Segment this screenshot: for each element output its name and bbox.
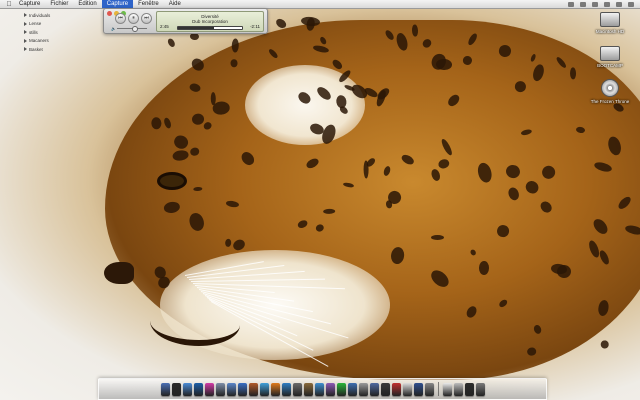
dock-app-icon[interactable] [314, 382, 324, 396]
fur-spot [569, 66, 576, 80]
elapsed-time: 2:45 [160, 24, 169, 29]
desktop-icon-macintosh-hd[interactable]: Macintosh HD [580, 12, 640, 34]
list-item[interactable]: Individuals [24, 11, 94, 20]
dock-app-icon[interactable] [464, 382, 474, 396]
fur-spot [479, 260, 490, 275]
fur-spot [435, 58, 452, 71]
dock-app-icon[interactable] [303, 382, 313, 396]
next-track-button[interactable]: ⏭ [141, 13, 152, 24]
dock-app-icon[interactable] [226, 382, 236, 396]
apple-menu-icon[interactable]:  [4, 1, 14, 8]
dock-app-icon[interactable] [475, 382, 485, 396]
disc-icon [601, 79, 619, 97]
dock-app-icon[interactable] [369, 382, 379, 396]
dock-app-icon[interactable] [193, 382, 203, 396]
list-item[interactable]: Basket [24, 45, 94, 54]
pause-button[interactable]: ⏸ [128, 13, 139, 24]
close-window-button[interactable] [107, 11, 112, 16]
leopard-nose [104, 262, 134, 284]
dock-app-icon[interactable] [215, 382, 225, 396]
fur-spot [431, 234, 445, 240]
spotlight-icon[interactable] [628, 1, 634, 7]
menu-capture[interactable]: Capture [101, 0, 134, 8]
disclosure-triangle-icon[interactable] [24, 13, 27, 18]
volume-low-icon: 🔈 [111, 26, 116, 31]
dock-app-icon[interactable] [391, 382, 401, 396]
itunes-mini-player: ⏮ ⏸ ⏭ 🔈 Diversité Dub Incorporation 2:45… [103, 8, 268, 34]
remaining-time: -2:11 [250, 24, 260, 29]
disclosure-triangle-icon[interactable] [24, 47, 27, 52]
menu-fichier[interactable]: Fichier [45, 0, 73, 8]
dock-app-icon[interactable] [182, 382, 192, 396]
dock-separator [437, 382, 439, 396]
dock-app-icon[interactable] [413, 382, 423, 396]
volume-slider[interactable]: 🔈 [111, 26, 153, 32]
dock-app-icon[interactable] [453, 382, 463, 396]
list-item[interactable]: Macaners [24, 37, 94, 46]
track-progress-bar[interactable] [177, 26, 243, 30]
menu-aide[interactable]: Aide [164, 0, 186, 8]
volume-icon[interactable] [592, 1, 598, 7]
dock-app-icon[interactable] [358, 382, 368, 396]
leopard-eye [160, 175, 184, 187]
list-item[interactable]: Lense [24, 20, 94, 29]
track-artist: Dub Incorporation [192, 19, 228, 24]
hard-drive-icon [600, 46, 620, 61]
fur-spot [165, 36, 177, 49]
dock-app-icon[interactable] [325, 382, 335, 396]
menu-app-capture[interactable]: Capture [14, 0, 45, 8]
disclosure-triangle-icon[interactable] [24, 21, 27, 26]
dock-app-icon[interactable] [336, 382, 346, 396]
dock-app-icon[interactable] [347, 382, 357, 396]
wifi-icon[interactable] [580, 1, 586, 7]
fur-spot [230, 38, 239, 54]
dock-app-icon[interactable] [171, 382, 181, 396]
dock-app-icon[interactable] [402, 382, 412, 396]
dock-app-icon[interactable] [270, 382, 280, 396]
dock-app-icon[interactable] [292, 382, 302, 396]
dock-app-icon[interactable] [259, 382, 269, 396]
desktop-icon-frozen-throne[interactable]: The Frozen Throne [580, 79, 640, 104]
fur-spot [600, 339, 610, 349]
dock-app-icon[interactable] [424, 382, 434, 396]
previous-track-button[interactable]: ⏮ [115, 13, 126, 24]
bluetooth-icon[interactable] [568, 1, 574, 7]
fur-spot [189, 32, 199, 41]
menu-extras [568, 1, 640, 7]
volume-knob[interactable] [131, 26, 138, 32]
hard-drive-icon [600, 12, 620, 27]
clock-icon[interactable] [616, 1, 622, 7]
dock-app-icon[interactable] [281, 382, 291, 396]
desktop-wallpaper [0, 0, 640, 400]
disclosure-triangle-icon[interactable] [24, 30, 27, 35]
dock-app-icon[interactable] [442, 382, 452, 396]
desktop-icon-bootcamp[interactable]: BOOTCAMP [580, 46, 640, 68]
dock-app-icon[interactable] [380, 382, 390, 396]
menu-bar:  Capture Fichier Edition Capture Fenêtr… [0, 0, 640, 9]
menu-edition[interactable]: Edition [73, 0, 101, 8]
menu-fenetre[interactable]: Fenêtre [133, 0, 164, 8]
dock-app-icon[interactable] [160, 382, 170, 396]
dock-app-icon[interactable] [204, 382, 214, 396]
list-item[interactable]: stills [24, 28, 94, 37]
dock-app-icon[interactable] [248, 382, 258, 396]
dock-app-icon[interactable] [237, 382, 247, 396]
battery-icon[interactable] [604, 1, 610, 7]
now-playing-display: Diversité Dub Incorporation 2:45 -2:11 [156, 11, 264, 32]
desktop-folder-list: Individuals Lense stills Macaners Basket [24, 11, 94, 54]
disclosure-triangle-icon[interactable] [24, 38, 27, 43]
dock [98, 378, 547, 400]
